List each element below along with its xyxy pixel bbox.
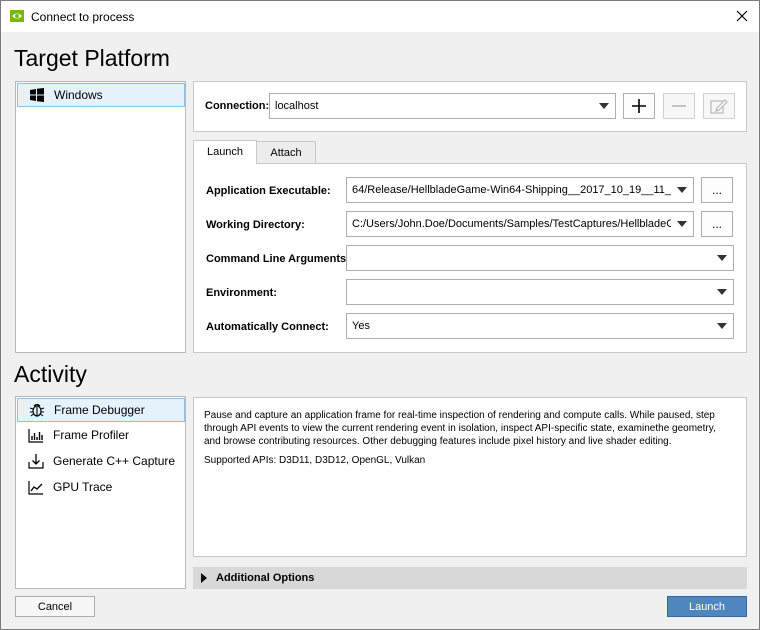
nvidia-logo-icon bbox=[10, 10, 24, 22]
working-directory-label: Working Directory: bbox=[206, 219, 305, 231]
environment-label: Environment: bbox=[206, 287, 277, 299]
activity-list: Frame Debugger Frame Profiler Generate C… bbox=[15, 396, 186, 589]
chevron-down-icon bbox=[711, 314, 733, 338]
connection-label: Connection: bbox=[205, 100, 270, 112]
activity-item-generate-cpp-capture[interactable]: Generate C++ Capture bbox=[17, 449, 185, 473]
activity-item-label: Frame Debugger bbox=[54, 403, 145, 417]
browse-executable-button[interactable]: ... bbox=[701, 177, 733, 203]
platform-item-label: Windows bbox=[54, 88, 103, 102]
connect-dialog: Connect to process Target Platform Windo… bbox=[0, 0, 760, 630]
activity-item-frame-profiler[interactable]: Frame Profiler bbox=[17, 423, 185, 447]
bar-chart-icon bbox=[27, 426, 45, 444]
chevron-down-icon bbox=[671, 212, 693, 236]
browse-label: ... bbox=[711, 217, 722, 231]
title-bar: Connect to process bbox=[1, 1, 759, 32]
activity-heading: Activity bbox=[14, 361, 87, 387]
app-executable-value: 64/Release/HellbladeGame-Win64-Shipping_… bbox=[352, 184, 671, 196]
chevron-down-icon bbox=[711, 280, 733, 304]
add-connection-button[interactable] bbox=[623, 93, 655, 119]
launch-button[interactable]: Launch bbox=[667, 596, 747, 617]
auto-connect-value: Yes bbox=[352, 320, 370, 332]
remove-connection-button[interactable] bbox=[663, 93, 695, 119]
browse-directory-button[interactable]: ... bbox=[701, 211, 733, 237]
close-button[interactable] bbox=[725, 1, 759, 31]
auto-connect-label: Automatically Connect: bbox=[206, 321, 329, 333]
minus-icon bbox=[672, 105, 686, 107]
browse-label: ... bbox=[711, 183, 722, 197]
activity-description-panel: Pause and capture an application frame f… bbox=[193, 397, 747, 557]
app-executable-select[interactable]: 64/Release/HellbladeGame-Win64-Shipping_… bbox=[346, 177, 694, 203]
auto-connect-select[interactable]: Yes bbox=[346, 313, 734, 339]
command-line-args-label: Command Line Arguments: bbox=[206, 253, 350, 265]
plus-icon bbox=[632, 99, 646, 113]
app-executable-label: Application Executable: bbox=[206, 185, 331, 197]
platform-item-windows[interactable]: Windows bbox=[17, 83, 185, 107]
edit-connection-button[interactable] bbox=[703, 93, 735, 119]
activity-item-gpu-trace[interactable]: GPU Trace bbox=[17, 475, 185, 499]
supported-apis: Supported APIs: D3D11, D3D12, OpenGL, Vu… bbox=[204, 455, 426, 466]
additional-options-label: Additional Options bbox=[216, 572, 315, 584]
connection-value: localhost bbox=[275, 100, 319, 112]
connection-select[interactable]: localhost bbox=[269, 93, 616, 119]
tab-join bbox=[194, 163, 256, 165]
activity-description: Pause and capture an application frame f… bbox=[204, 410, 716, 447]
working-directory-select[interactable]: C:/Users/John.Doe/Documents/Samples/Test… bbox=[346, 211, 694, 237]
platform-list: Windows bbox=[15, 81, 186, 353]
line-chart-icon bbox=[27, 478, 45, 496]
expand-arrow-icon bbox=[201, 573, 207, 583]
window-title: Connect to process bbox=[31, 10, 135, 24]
activity-item-label: Frame Profiler bbox=[53, 428, 130, 442]
environment-select[interactable] bbox=[346, 279, 734, 305]
chevron-down-icon bbox=[671, 178, 693, 202]
command-line-args-select[interactable] bbox=[346, 245, 734, 271]
close-icon bbox=[736, 10, 748, 22]
activity-item-frame-debugger[interactable]: Frame Debugger bbox=[17, 398, 185, 422]
target-platform-heading: Target Platform bbox=[14, 45, 170, 71]
activity-item-label: GPU Trace bbox=[53, 480, 113, 494]
cancel-button[interactable]: Cancel bbox=[15, 596, 95, 617]
chevron-down-icon bbox=[593, 94, 615, 118]
bug-icon bbox=[28, 401, 46, 419]
tab-launch[interactable]: Launch bbox=[193, 140, 257, 164]
download-tray-icon bbox=[27, 452, 45, 470]
tab-attach[interactable]: Attach bbox=[256, 141, 316, 164]
additional-options-toggle[interactable]: Additional Options bbox=[193, 567, 747, 589]
edit-icon bbox=[710, 99, 728, 114]
chevron-down-icon bbox=[711, 246, 733, 270]
activity-item-label: Generate C++ Capture bbox=[53, 454, 176, 468]
working-directory-value: C:/Users/John.Doe/Documents/Samples/Test… bbox=[352, 218, 671, 230]
windows-logo-icon bbox=[28, 86, 46, 104]
